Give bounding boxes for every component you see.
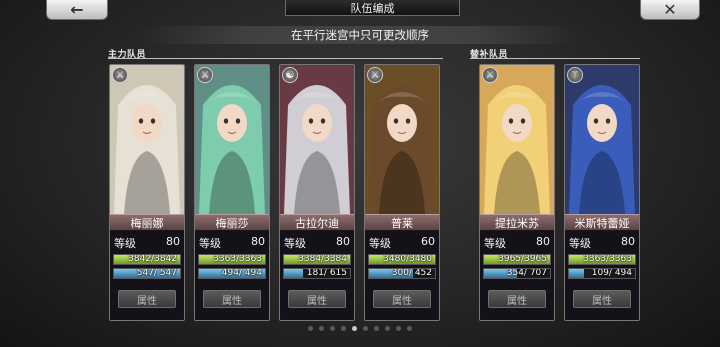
level-row: 等级 80 xyxy=(284,235,350,251)
attribute-button[interactable]: 属性 xyxy=(373,290,431,308)
character-stats: 等级 80 3384/3384 181/ 615 属性 xyxy=(280,230,354,320)
level-row: 等级 80 xyxy=(114,235,180,251)
mp-bar-fill xyxy=(569,269,584,278)
character-stats: 等级 80 3842/3842 547/ 547 属性 xyxy=(110,230,184,320)
character-card[interactable]: ⚔ 梅丽娜 等级 80 3842/3842 547/ 547 属性 xyxy=(109,64,185,321)
level-label: 等级 xyxy=(114,237,136,250)
page-dot[interactable] xyxy=(385,326,390,331)
attribute-button[interactable]: 属性 xyxy=(573,290,631,308)
page-indicator xyxy=(0,326,720,331)
level-row: 等级 80 xyxy=(199,235,265,251)
hp-bar: 3363/3363 xyxy=(568,254,636,265)
character-portrait xyxy=(365,65,439,214)
mp-bar-fill xyxy=(284,269,304,278)
character-name: 古拉尔迪 xyxy=(280,214,354,231)
character-name: 梅丽莎 xyxy=(195,214,269,231)
close-icon: ✕ xyxy=(663,0,677,19)
level-row: 等级 80 xyxy=(569,235,635,251)
sword-icon: ⚔ xyxy=(197,67,213,83)
hp-bar: 3384/3384 xyxy=(283,254,351,265)
hp-bar: 3480/3480 xyxy=(368,254,436,265)
character-stats: 等级 80 3363/3363 109/ 494 属性 xyxy=(565,230,639,320)
level-label: 等级 xyxy=(569,237,591,250)
close-button[interactable]: ✕ xyxy=(640,0,700,20)
attribute-button[interactable]: 属性 xyxy=(488,290,546,308)
hp-bar: 3363/3363 xyxy=(198,254,266,265)
level-label: 等级 xyxy=(284,237,306,250)
level-value: 80 xyxy=(166,235,180,248)
page-dot[interactable] xyxy=(407,326,412,331)
mp-value: 354/ 707 xyxy=(506,268,547,278)
character-portrait xyxy=(480,65,554,214)
hp-value: 3384/3384 xyxy=(298,254,347,264)
mp-value: 109/ 494 xyxy=(591,268,632,278)
mp-bar: 300/ 452 xyxy=(368,268,436,279)
dragon-icon: ☯ xyxy=(282,67,298,83)
mp-value: 547/ 547 xyxy=(136,268,177,278)
mp-bar: 547/ 547 xyxy=(113,268,181,279)
level-label: 等级 xyxy=(369,237,391,250)
page-dot[interactable] xyxy=(308,326,313,331)
page-dot[interactable] xyxy=(363,326,368,331)
character-card[interactable]: ⚔ 提拉米苏 等级 80 3965/3965 354/ 707 属性 xyxy=(479,64,555,321)
character-card[interactable]: ⚔ 普莱 等级 60 3480/3480 300/ 452 属性 xyxy=(364,64,440,321)
sword-icon: ⚔ xyxy=(367,67,383,83)
mp-bar: 181/ 615 xyxy=(283,268,351,279)
level-label: 等级 xyxy=(199,237,221,250)
page-dot[interactable] xyxy=(341,326,346,331)
main-group-divider xyxy=(108,58,443,59)
character-name: 米斯特蕾娅 xyxy=(565,214,639,231)
page-title: 队伍编成 xyxy=(285,0,460,16)
hp-value: 3480/3480 xyxy=(383,254,432,264)
character-card[interactable]: ⚚ 米斯特蕾娅 等级 80 3363/3363 109/ 494 属性 xyxy=(564,64,640,321)
attribute-button[interactable]: 属性 xyxy=(288,290,346,308)
level-row: 等级 60 xyxy=(369,235,435,251)
hp-value: 3363/3363 xyxy=(213,254,262,264)
character-stats: 等级 60 3480/3480 300/ 452 属性 xyxy=(365,230,439,320)
hp-bar: 3965/3965 xyxy=(483,254,551,265)
back-arrow-icon: ← xyxy=(70,0,84,19)
hp-value: 3363/3363 xyxy=(583,254,632,264)
page-dot[interactable] xyxy=(374,326,379,331)
mp-bar: 354/ 707 xyxy=(483,268,551,279)
sub-group-divider xyxy=(470,58,640,59)
character-portrait xyxy=(280,65,354,214)
character-name: 梅丽娜 xyxy=(110,214,184,231)
level-value: 80 xyxy=(251,235,265,248)
mp-value: 300/ 452 xyxy=(391,268,432,278)
level-label: 等级 xyxy=(484,237,506,250)
character-name: 提拉米苏 xyxy=(480,214,554,231)
hp-bar: 3842/3842 xyxy=(113,254,181,265)
character-portrait xyxy=(110,65,184,214)
sword-icon: ⚔ xyxy=(112,67,128,83)
mp-value: 494/ 494 xyxy=(221,268,262,278)
page-dot[interactable] xyxy=(396,326,401,331)
level-value: 80 xyxy=(336,235,350,248)
hp-value: 3965/3965 xyxy=(498,254,547,264)
level-value: 80 xyxy=(621,235,635,248)
character-portrait xyxy=(565,65,639,214)
page-dot[interactable] xyxy=(330,326,335,331)
staff-icon: ⚚ xyxy=(567,67,583,83)
mp-value: 181/ 615 xyxy=(306,268,347,278)
character-card[interactable]: ☯ 古拉尔迪 等级 80 3384/3384 181/ 615 属性 xyxy=(279,64,355,321)
mp-bar: 109/ 494 xyxy=(568,268,636,279)
level-value: 60 xyxy=(421,235,435,248)
attribute-button[interactable]: 属性 xyxy=(118,290,176,308)
back-button[interactable]: ← xyxy=(46,0,108,20)
sword-icon: ⚔ xyxy=(482,67,498,83)
attribute-button[interactable]: 属性 xyxy=(203,290,261,308)
notice-banner: 在平行迷宫中只可更改顺序 xyxy=(140,26,580,44)
hp-value: 3842/3842 xyxy=(128,254,177,264)
level-row: 等级 80 xyxy=(484,235,550,251)
character-stats: 等级 80 3363/3363 494/ 494 属性 xyxy=(195,230,269,320)
character-name: 普莱 xyxy=(365,214,439,231)
character-portrait xyxy=(195,65,269,214)
page-dot[interactable] xyxy=(319,326,324,331)
level-value: 80 xyxy=(536,235,550,248)
character-stats: 等级 80 3965/3965 354/ 707 属性 xyxy=(480,230,554,320)
character-card[interactable]: ⚔ 梅丽莎 等级 80 3363/3363 494/ 494 属性 xyxy=(194,64,270,321)
page-dot[interactable] xyxy=(352,326,357,331)
mp-bar: 494/ 494 xyxy=(198,268,266,279)
